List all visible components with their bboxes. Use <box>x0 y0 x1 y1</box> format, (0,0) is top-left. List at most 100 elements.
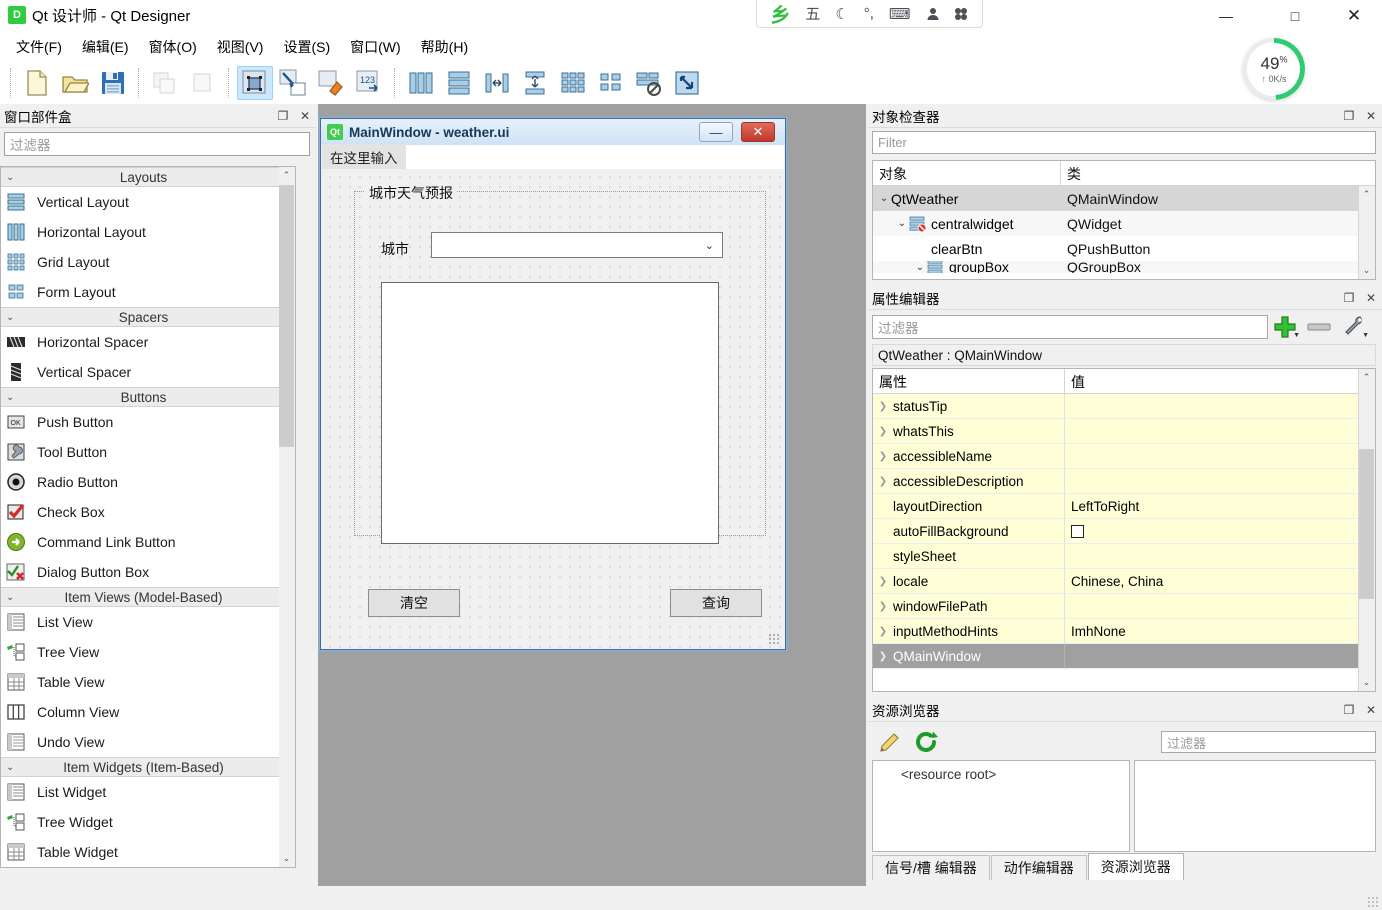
edit-buddies-icon[interactable] <box>313 66 349 100</box>
chevron-down-icon[interactable]: ⌄ <box>877 193 891 204</box>
menu-window[interactable]: 窗口(W) <box>340 33 411 61</box>
reload-resources-button[interactable] <box>908 727 944 757</box>
widget-item-vertical-layout[interactable]: Vertical Layout <box>1 187 296 217</box>
open-form-icon[interactable] <box>57 66 93 100</box>
layout-vertical-splitter-icon[interactable] <box>517 66 553 100</box>
resource-preview-pane[interactable] <box>1134 760 1376 852</box>
form-groupbox[interactable]: 城市天气预报 城市 ⌄ <box>354 183 766 544</box>
form-close-button[interactable]: ✕ <box>741 122 775 142</box>
property-filter-input[interactable]: 过滤器 <box>872 315 1268 339</box>
city-combobox[interactable]: ⌄ <box>431 232 723 258</box>
object-tree[interactable]: 对象 类 ⌄ QtWeather QMainWindow ⌄ centralwi… <box>872 160 1376 280</box>
resource-browser-float-icon[interactable]: ❐ <box>1338 700 1360 720</box>
chevron-down-icon[interactable]: ⌄ <box>913 262 927 273</box>
chevron-down-icon[interactable]: ▼ <box>1362 332 1369 339</box>
redo-icon[interactable] <box>185 66 221 100</box>
widget-box-close-icon[interactable]: ✕ <box>294 106 316 126</box>
edit-widgets-icon[interactable] <box>237 66 273 100</box>
autofillbackground-checkbox[interactable] <box>1071 524 1084 538</box>
resource-tree[interactable]: <resource root> <box>872 760 1130 852</box>
punctuation-icon[interactable]: °, <box>864 5 874 22</box>
chevron-right-icon[interactable]: ❯ <box>873 451 893 462</box>
layout-vertically-icon[interactable] <box>441 66 477 100</box>
chevron-right-icon[interactable]: ❯ <box>873 426 893 437</box>
scroll-up-icon[interactable]: ⌃ <box>1359 369 1374 386</box>
object-inspector-filter-input[interactable]: Filter <box>872 131 1376 154</box>
soft-keyboard-icon[interactable]: ⌨ <box>889 5 911 23</box>
add-property-button[interactable]: ▼ <box>1268 313 1302 341</box>
property-value-cell[interactable] <box>1065 644 1375 669</box>
property-row[interactable]: ❯ whatsThis <box>873 419 1375 444</box>
property-value-cell[interactable] <box>1065 394 1375 419</box>
menu-view[interactable]: 视图(V) <box>207 33 274 61</box>
window-resize-grip[interactable] <box>1367 896 1379 908</box>
widget-item-tree-view[interactable]: Tree View <box>1 637 296 667</box>
object-inspector-float-icon[interactable]: ❐ <box>1338 106 1360 126</box>
widget-item-column-view[interactable]: Column View <box>1 697 296 727</box>
widget-item-tool-button[interactable]: Tool Button <box>1 437 296 467</box>
widget-item-command-link-button[interactable]: Command Link Button <box>1 527 296 557</box>
tab-signal-slot-editor[interactable]: 信号/槽 编辑器 <box>872 855 990 880</box>
widget-item-list-view[interactable]: List View <box>1 607 296 637</box>
property-editor-close-icon[interactable]: ✕ <box>1360 288 1382 308</box>
property-value-cell[interactable]: Chinese, China <box>1065 569 1375 594</box>
resource-browser-close-icon[interactable]: ✕ <box>1360 700 1382 720</box>
edit-tab-order-icon[interactable]: 123 <box>351 66 387 100</box>
scroll-up-icon[interactable]: ⌃ <box>1359 186 1374 203</box>
tab-resource-browser[interactable]: 资源浏览器 <box>1087 853 1184 880</box>
tree-row[interactable]: ⌄ groupBox QGroupBox <box>873 261 1375 273</box>
widget-item-dialog-button-box[interactable]: Dialog Button Box <box>1 557 296 587</box>
undo-icon[interactable] <box>147 66 183 100</box>
widget-category-layouts[interactable]: ⌄ Layouts <box>1 167 296 187</box>
sogou-ime-toolbar[interactable]: 乡 五 ☾ °, ⌨ <box>756 0 983 28</box>
layout-grid-icon[interactable] <box>555 66 591 100</box>
tab-action-editor[interactable]: 动作编辑器 <box>990 855 1087 880</box>
chevron-right-icon[interactable]: ❯ <box>873 401 893 412</box>
chevron-down-icon[interactable]: ▼ <box>1293 332 1300 339</box>
form-menu-placeholder[interactable]: 在这里输入 <box>322 144 406 170</box>
widget-item-horizontal-spacer[interactable]: Horizontal Spacer <box>1 327 296 357</box>
scrollbar-thumb[interactable] <box>1359 449 1374 599</box>
layout-horizontal-splitter-icon[interactable] <box>479 66 515 100</box>
property-value-cell[interactable]: ImhNone <box>1065 619 1375 644</box>
query-button[interactable]: 查询 <box>670 589 762 617</box>
chevron-down-icon[interactable]: ⌄ <box>895 218 909 229</box>
moon-icon[interactable]: ☾ <box>835 5 848 23</box>
scroll-down-icon[interactable]: ⌄ <box>1359 262 1374 279</box>
property-value-cell[interactable]: LeftToRight <box>1065 494 1375 519</box>
break-layout-icon[interactable] <box>631 66 667 100</box>
property-value-cell[interactable] <box>1065 594 1375 619</box>
new-form-icon[interactable] <box>19 66 55 100</box>
property-row[interactable]: ❯ windowFilePath <box>873 594 1375 619</box>
property-value-cell[interactable] <box>1065 519 1375 544</box>
property-row[interactable]: ❯ inputMethodHints ImhNone <box>873 619 1375 644</box>
window-minimize-button[interactable]: — <box>1203 0 1249 32</box>
widget-item-table-widget[interactable]: Table Widget <box>1 837 296 867</box>
sogou-logo-icon[interactable]: 乡 <box>770 0 790 28</box>
tree-row[interactable]: clearBtn QPushButton <box>873 236 1375 261</box>
widget-item-tree-widget[interactable]: Tree Widget <box>1 807 296 837</box>
property-value-cell[interactable] <box>1065 444 1375 469</box>
property-row[interactable]: ❯ accessibleName <box>873 444 1375 469</box>
adjust-size-icon[interactable] <box>669 66 705 100</box>
menu-form[interactable]: 窗体(O) <box>139 33 207 61</box>
form-mainwindow[interactable]: Qt MainWindow - weather.ui — ✕ 在这里输入 城市天… <box>320 118 786 650</box>
widget-category-spacers[interactable]: ⌄ Spacers <box>1 307 296 327</box>
widget-item-table-view[interactable]: Table View <box>1 667 296 697</box>
scrollbar-thumb[interactable] <box>279 185 294 447</box>
chevron-right-icon[interactable]: ❯ <box>873 576 893 587</box>
property-row[interactable]: ❯ statusTip <box>873 394 1375 419</box>
menu-file[interactable]: 文件(F) <box>6 33 72 61</box>
tree-row[interactable]: ⌄ centralwidget QWidget <box>873 211 1375 236</box>
form-resize-grip[interactable] <box>768 633 780 645</box>
widget-item-form-layout[interactable]: Form Layout <box>1 277 296 307</box>
chevron-right-icon[interactable]: ❯ <box>873 476 893 487</box>
property-row[interactable]: ❯ locale Chinese, China <box>873 569 1375 594</box>
property-table[interactable]: 属性 值 ❯ statusTip ❯ whatsThis ❯ accessibl… <box>872 368 1376 692</box>
menu-settings[interactable]: 设置(S) <box>273 33 340 61</box>
tree-row[interactable]: ⌄ QtWeather QMainWindow <box>873 186 1375 211</box>
resource-filter-input[interactable]: 过滤器 <box>1161 731 1376 753</box>
menu-help[interactable]: 帮助(H) <box>411 33 478 61</box>
widget-item-grid-layout[interactable]: Grid Layout <box>1 247 296 277</box>
form-minimize-button[interactable]: — <box>699 122 733 142</box>
